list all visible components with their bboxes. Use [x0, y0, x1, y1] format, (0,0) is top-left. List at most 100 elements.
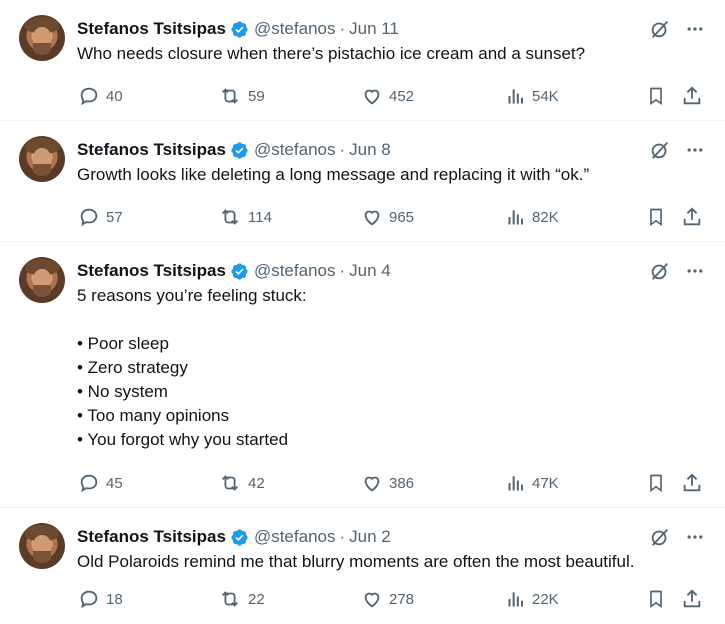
tweet-actions: 45 42 386 47K: [78, 471, 705, 495]
retweet-count: 42: [248, 474, 265, 492]
like-icon: [361, 85, 383, 107]
separator-dot: ·: [339, 19, 346, 38]
reply-count: 40: [106, 87, 123, 105]
verified-badge-icon: [230, 528, 249, 547]
tweet-actions: 57 114 965 82K: [78, 205, 705, 229]
author-handle[interactable]: @stefanos: [254, 140, 336, 160]
like-icon: [361, 472, 383, 494]
verified-badge-icon: [230, 141, 249, 160]
author-name[interactable]: Stefanos Tsitsipas: [77, 261, 226, 281]
author-handle[interactable]: @stefanos: [254, 261, 336, 281]
share-button[interactable]: [681, 588, 703, 610]
share-icon: [681, 85, 703, 107]
tweet[interactable]: Stefanos Tsitsipas @stefanos · Jun 11 Wh…: [0, 0, 725, 121]
tweet[interactable]: Stefanos Tsitsipas @stefanos · Jun 2 Old…: [0, 508, 725, 624]
views-icon: [506, 207, 526, 227]
retweet-icon: [218, 472, 242, 494]
avatar[interactable]: [19, 136, 65, 182]
tweet-actions: 18 22 278 22K: [78, 587, 705, 611]
reply-icon: [78, 588, 100, 610]
like-button[interactable]: 965: [361, 206, 414, 228]
grok-icon[interactable]: [649, 526, 671, 548]
share-button[interactable]: [681, 206, 703, 228]
share-icon: [681, 206, 703, 228]
bookmark-icon: [646, 85, 666, 107]
reply-button[interactable]: 18: [78, 588, 123, 610]
views-icon: [506, 86, 526, 106]
views-button[interactable]: 22K: [506, 589, 559, 609]
views-icon: [506, 589, 526, 609]
views-count: 22K: [532, 590, 559, 608]
views-button[interactable]: 82K: [506, 207, 559, 227]
retweet-count: 22: [248, 590, 265, 608]
bookmark-button[interactable]: [646, 85, 666, 107]
author-name[interactable]: Stefanos Tsitsipas: [77, 140, 226, 160]
views-count: 47K: [532, 474, 559, 492]
reply-icon: [78, 472, 100, 494]
tweet-content: Stefanos Tsitsipas @stefanos · Jun 2 Old…: [77, 526, 705, 574]
grok-icon[interactable]: [649, 18, 671, 40]
like-icon: [361, 206, 383, 228]
more-icon[interactable]: [685, 261, 705, 281]
share-icon: [681, 588, 703, 610]
separator-dot: ·: [339, 140, 346, 159]
like-icon: [361, 588, 383, 610]
bookmark-icon: [646, 472, 666, 494]
views-button[interactable]: 54K: [506, 86, 559, 106]
avatar[interactable]: [19, 257, 65, 303]
tweet-date[interactable]: Jun 11: [349, 19, 399, 39]
author-name[interactable]: Stefanos Tsitsipas: [77, 19, 226, 39]
retweet-count: 59: [248, 87, 265, 105]
more-icon[interactable]: [685, 140, 705, 160]
retweet-button[interactable]: 22: [218, 588, 265, 610]
reply-icon: [78, 206, 100, 228]
separator-dot: ·: [339, 527, 346, 546]
reply-button[interactable]: 57: [78, 206, 123, 228]
views-count: 82K: [532, 208, 559, 226]
author-handle[interactable]: @stefanos: [254, 527, 336, 547]
like-count: 386: [389, 474, 415, 492]
like-count: 278: [389, 590, 415, 608]
tweet-header: Stefanos Tsitsipas @stefanos · Jun 11: [77, 18, 705, 40]
retweet-button[interactable]: 42: [218, 472, 265, 494]
share-button[interactable]: [681, 472, 703, 494]
like-button[interactable]: 386: [361, 472, 414, 494]
like-count: 452: [389, 87, 415, 105]
retweet-count: 114: [248, 208, 272, 226]
tweet-top-actions: [649, 260, 705, 282]
like-count: 965: [389, 208, 415, 226]
tweet-actions: 40 59 452 54K: [78, 84, 705, 108]
retweet-button[interactable]: 114: [218, 206, 272, 228]
tweet[interactable]: Stefanos Tsitsipas @stefanos · Jun 4 5 r…: [0, 242, 725, 508]
reply-button[interactable]: 45: [78, 472, 123, 494]
tweet-date[interactable]: Jun 8: [349, 140, 391, 160]
reply-button[interactable]: 40: [78, 85, 123, 107]
more-icon[interactable]: [685, 527, 705, 547]
grok-icon[interactable]: [649, 139, 671, 161]
tweet-text: Who needs closure when there’s pistachio…: [77, 44, 586, 63]
share-button[interactable]: [681, 85, 703, 107]
retweet-button[interactable]: 59: [218, 85, 265, 107]
avatar[interactable]: [19, 15, 65, 61]
like-button[interactable]: 278: [361, 588, 414, 610]
tweet-date[interactable]: Jun 4: [349, 261, 391, 281]
share-icon: [681, 472, 703, 494]
reply-count: 18: [106, 590, 123, 608]
tweet[interactable]: Stefanos Tsitsipas @stefanos · Jun 8 Gro…: [0, 121, 725, 242]
grok-icon[interactable]: [649, 260, 671, 282]
bookmark-button[interactable]: [646, 588, 666, 610]
bookmark-button[interactable]: [646, 472, 666, 494]
retweet-icon: [218, 85, 242, 107]
author-handle[interactable]: @stefanos: [254, 19, 336, 39]
more-icon[interactable]: [685, 19, 705, 39]
tweet-top-actions: [649, 526, 705, 548]
tweet-content: Stefanos Tsitsipas @stefanos · Jun 4 5 r…: [77, 260, 705, 452]
bookmark-button[interactable]: [646, 206, 666, 228]
tweet-text: Old Polaroids remind me that blurry mome…: [77, 552, 635, 571]
tweet-header: Stefanos Tsitsipas @stefanos · Jun 4: [77, 260, 705, 282]
avatar[interactable]: [19, 523, 65, 569]
tweet-date[interactable]: Jun 2: [349, 527, 391, 547]
author-name[interactable]: Stefanos Tsitsipas: [77, 527, 226, 547]
views-button[interactable]: 47K: [506, 473, 559, 493]
like-button[interactable]: 452: [361, 85, 414, 107]
